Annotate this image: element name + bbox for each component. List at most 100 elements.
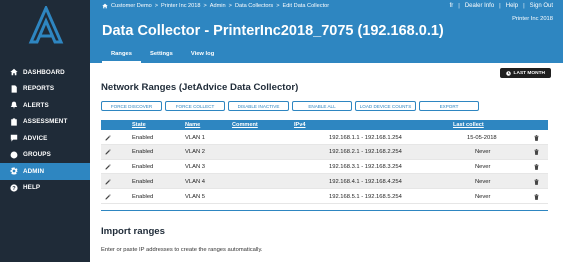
sidebar-item-advice[interactable]: ADVICE [0,130,90,147]
delete-trash-icon[interactable] [534,179,539,185]
column-ipv4[interactable]: IPv4 [294,122,306,128]
cell-last-collect: Never [475,178,491,185]
cell-last-collect: 15-05-2018 [467,134,497,141]
action-buttons: FORCE DISCOVER FORCE COLLECT DISABLE INA… [101,101,479,111]
cell-name: VLAN 1 [185,134,205,141]
logo-icon [28,6,64,44]
breadcrumb-customer[interactable]: Customer Demo [111,3,152,9]
chat-icon [8,133,20,143]
sidebar-item-label: HELP [23,184,41,192]
sidebar-item-alerts[interactable]: ALERTS [0,97,90,114]
sidebar-item-reports[interactable]: REPORTS [0,81,90,98]
import-ranges-hint: Enter or paste IP addresses to create th… [101,247,263,253]
cell-state: Enabled [132,149,154,156]
column-state[interactable]: State [132,122,146,128]
breadcrumb: Customer Demo > Printer Inc 2018 > Admin… [102,3,329,9]
breadcrumb-separator: > [203,3,207,9]
groups-icon [8,150,20,160]
sidebar-item-label: ASSESSMENT [23,118,68,126]
breadcrumb-separator: > [154,3,159,9]
ranges-table: State Name Comment IPv4 Last collect Ena… [101,120,548,204]
table-row: Enabled VLAN 3 192.168.3.1 - 192.168.3.2… [101,160,548,175]
cell-state: Enabled [132,134,154,141]
column-comment[interactable]: Comment [232,122,258,128]
breadcrumb-separator: > [228,3,232,9]
edit-pencil-icon[interactable] [105,134,111,141]
sidebar-item-help[interactable]: ? HELP [0,180,90,197]
cell-name: VLAN 2 [185,149,205,156]
home-icon[interactable] [102,3,108,9]
sidebar-item-assessment[interactable]: ASSESSMENT [0,114,90,131]
table-row: Enabled VLAN 1 192.168.1.1 - 192.168.1.2… [101,130,548,145]
force-collect-button[interactable]: FORCE COLLECT [165,101,225,111]
table-row: Enabled VLAN 2 192.168.2.1 - 192.168.2.2… [101,144,548,160]
table-row: Enabled VLAN 4 192.168.4.1 - 192.168.4.2… [101,174,548,190]
force-discover-button[interactable]: FORCE DISCOVER [101,101,162,111]
column-name[interactable]: Name [185,122,200,128]
tab-ranges[interactable]: Ranges [102,47,141,63]
tab-view-log[interactable]: View log [182,47,223,63]
main-content: LAST MONTH Network Ranges (JetAdvice Dat… [90,63,563,262]
cell-last-collect: Never [475,193,491,200]
clipboard-icon [8,117,20,127]
disable-inactive-button[interactable]: DISABLE INACTIVE [228,101,289,111]
help-link[interactable]: Help [506,3,518,9]
cell-last-collect: Never [475,164,491,171]
sidebar-item-label: REPORTS [23,85,55,93]
table-row: Enabled VLAN 5 192.168.5.1 - 192.168.5.2… [101,189,548,204]
breadcrumb-current: Edit Data Collector [282,3,330,9]
nav-separator: | [523,3,525,9]
cell-name: VLAN 5 [185,193,205,200]
section-divider [101,210,548,211]
tab-settings[interactable]: Settings [141,47,182,63]
enable-all-button[interactable]: ENABLE ALL [292,101,352,111]
nav-separator: | [458,3,460,9]
delete-trash-icon[interactable] [534,134,539,141]
sidebar-item-label: ADMIN [23,167,45,175]
cell-name: VLAN 3 [185,164,205,171]
sidebar: DASHBOARD REPORTS ALERTS ASSESSMENT ADVI… [0,0,90,262]
delete-trash-icon[interactable] [534,193,539,200]
cell-state: Enabled [132,178,154,185]
cell-ipv4: 192.168.1.1 - 192.168.1.254 [329,134,402,141]
edit-pencil-icon[interactable] [105,179,111,185]
breadcrumb-separator: > [276,3,280,9]
clock-icon [505,70,511,76]
cell-ipv4: 192.168.2.1 - 192.168.2.254 [329,149,402,156]
sidebar-item-label: ALERTS [23,101,49,109]
edit-pencil-icon[interactable] [105,193,111,200]
page-header: Customer Demo > Printer Inc 2018 > Admin… [90,0,563,63]
sidebar-item-label: DASHBOARD [23,68,65,76]
breadcrumb-admin[interactable]: Admin [210,3,226,9]
cell-ipv4: 192.168.4.1 - 192.168.4.254 [329,178,402,185]
import-ranges-title: Import ranges [101,226,165,237]
svg-text:?: ? [12,186,16,192]
cell-state: Enabled [132,193,154,200]
sidebar-item-dashboard[interactable]: DASHBOARD [0,64,90,81]
dealer-info-link[interactable]: Dealer Info [465,3,494,9]
table-header: State Name Comment IPv4 Last collect [101,120,548,130]
sidebar-menu: DASHBOARD REPORTS ALERTS ASSESSMENT ADVI… [0,64,90,196]
breadcrumb-organization[interactable]: Printer Inc 2018 [161,3,201,9]
cell-ipv4: 192.168.3.1 - 192.168.3.254 [329,164,402,171]
sidebar-item-label: GROUPS [23,151,51,159]
home-icon [8,67,20,77]
section-title: Network Ranges (JetAdvice Data Collector… [101,82,299,93]
sidebar-item-admin[interactable]: ADMIN [0,163,90,180]
edit-pencil-icon[interactable] [105,149,111,155]
cell-last-collect: Never [475,149,491,156]
language-link[interactable]: fr [450,3,454,9]
page-title: Data Collector - PrinterInc2018_7075 (19… [102,23,444,39]
delete-trash-icon[interactable] [534,164,539,170]
organization-name: Printer Inc 2018 [512,16,553,22]
edit-pencil-icon[interactable] [105,164,111,170]
sign-out-link[interactable]: Sign Out [530,3,553,9]
period-button[interactable]: LAST MONTH [499,68,551,78]
delete-trash-icon[interactable] [534,149,539,156]
load-device-counts-button[interactable]: LOAD DEVICE COUNTS [355,101,416,111]
breadcrumb-data-collectors[interactable]: Data Collectors [235,3,273,9]
export-button[interactable]: EXPORT [419,101,479,111]
sidebar-item-groups[interactable]: GROUPS [0,147,90,164]
period-button-label: LAST MONTH [513,70,545,76]
column-last-collect[interactable]: Last collect [453,122,484,128]
